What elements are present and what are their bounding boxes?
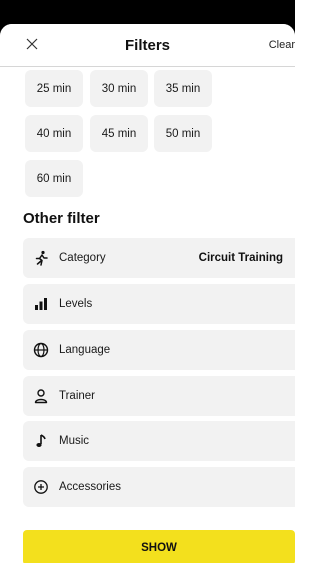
filter-row-category[interactable]: Category Circuit Training [23, 238, 295, 278]
screen: Filters Clear 25 min 30 min 35 min 40 mi… [0, 0, 295, 563]
filter-label: Accessories [59, 481, 121, 493]
running-person-icon [33, 250, 49, 266]
filter-label: Music [59, 435, 90, 447]
duration-chip[interactable]: 40 min [25, 115, 83, 152]
duration-chip[interactable]: 45 min [90, 115, 148, 152]
filter-row-trainer[interactable]: Trainer [23, 376, 295, 416]
sheet-header: Filters Clear [0, 24, 295, 67]
filter-row-levels[interactable]: Levels [23, 284, 295, 324]
duration-chip[interactable]: 30 min [90, 70, 148, 107]
duration-chip[interactable]: 60 min [25, 160, 83, 197]
section-title: Other filter [23, 210, 100, 227]
filter-value: Circuit Training [198, 252, 283, 264]
filter-label: Levels [59, 298, 93, 310]
duration-chip[interactable]: 35 min [154, 70, 212, 107]
filters-sheet: Filters Clear 25 min 30 min 35 min 40 mi… [0, 24, 295, 563]
duration-chip[interactable]: 50 min [154, 115, 212, 152]
filter-label: Category [59, 252, 106, 264]
filter-row-accessories[interactable]: Accessories [23, 467, 295, 507]
music-note-icon [33, 433, 49, 449]
filter-row-language[interactable]: Language [23, 330, 295, 370]
duration-chip[interactable]: 25 min [25, 70, 83, 107]
plus-circle-icon [33, 479, 49, 495]
person-icon [33, 388, 49, 404]
show-button[interactable]: SHOW [23, 530, 295, 563]
filter-row-music[interactable]: Music [23, 421, 295, 461]
bar-chart-icon [33, 296, 49, 312]
clear-button[interactable]: Clear [269, 39, 295, 51]
filter-label: Trainer [59, 390, 95, 402]
globe-icon [33, 342, 49, 358]
page-title: Filters [124, 37, 170, 54]
filter-label: Language [59, 344, 111, 356]
